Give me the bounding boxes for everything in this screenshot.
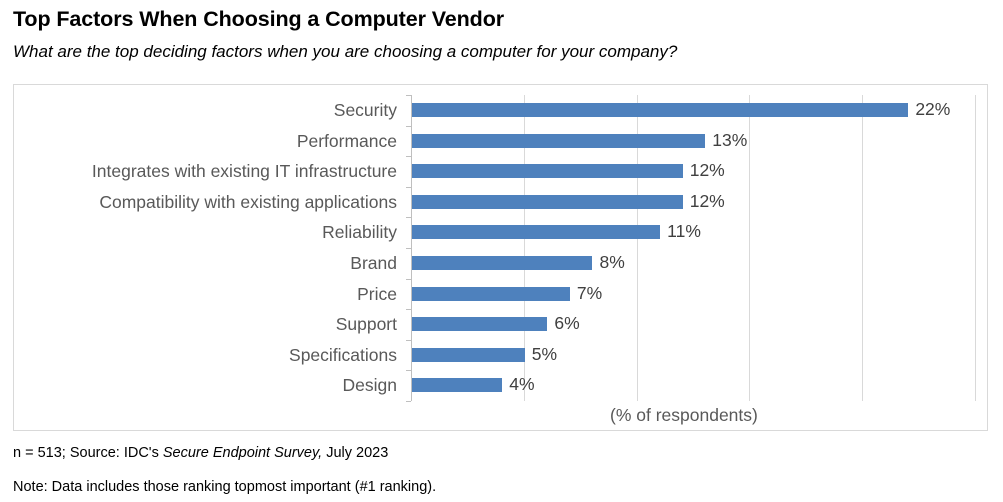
plot-area: 22% 13% 12% 12% 11% 8% 7% 6% 5% 4% [406, 95, 976, 402]
bar-value-label: 8% [599, 252, 625, 272]
axis-tick [406, 125, 411, 127]
bar-value-label: 6% [554, 313, 580, 334]
bar-value-label: 4% [509, 374, 535, 395]
chart-subtitle: What are the top deciding factors when y… [13, 42, 678, 61]
bar[interactable] [412, 286, 570, 301]
bar-row: 11% [412, 217, 975, 248]
bar-row: 12% [412, 187, 975, 218]
axis-tick [406, 217, 411, 219]
category-label: Performance [296, 130, 397, 151]
footnote-source: n = 513; Source: IDC's Secure Endpoint S… [13, 443, 988, 464]
category-axis-line [411, 95, 412, 401]
bar-value-label: 13% [712, 129, 748, 150]
category-label: Specifications [289, 344, 397, 365]
bar-value-label: 12% [689, 160, 725, 181]
axis-tick [406, 339, 411, 341]
value-axis-title: (% of respondents) [610, 405, 758, 425]
bar-row: 6% [412, 309, 975, 340]
axis-tick [406, 278, 411, 280]
page-title: Top Factors When Choosing a Computer Ven… [13, 7, 505, 31]
gridline-25 [975, 95, 976, 401]
axis-tick [406, 156, 411, 158]
category-label: Design [342, 375, 397, 396]
footnote-source-title: Secure Endpoint Survey, [162, 445, 323, 461]
axis-tick [406, 186, 411, 188]
bar-value-label: 12% [689, 190, 725, 211]
bar-value-label: 22% [915, 99, 951, 119]
bar[interactable] [412, 225, 661, 240]
bar[interactable] [412, 378, 503, 393]
category-axis-labels: Security Performance Integrates with exist… [14, 95, 406, 401]
bar[interactable] [412, 317, 548, 332]
category-label: Reliability [322, 222, 397, 243]
bar-row: 7% [412, 279, 975, 310]
bar-value-label: 11% [667, 221, 701, 242]
axis-tick [406, 309, 411, 311]
category-label: Integrates with existing IT infrastructu… [91, 161, 397, 182]
footnote-source-suffix: July 2023 [322, 445, 389, 461]
bar[interactable] [412, 103, 909, 117]
chart-frame: Security Performance Integrates with exist… [13, 84, 988, 431]
bar[interactable] [412, 164, 683, 179]
category-label: Compatibility with existing applications [99, 191, 397, 212]
footnote-note: Note: Data includes those ranking topmos… [13, 479, 437, 495]
axis-tick [406, 401, 411, 402]
bar-value-label: 5% [531, 343, 558, 364]
bar[interactable] [412, 133, 706, 148]
footnotes: n = 513; Source: IDC's Secure Endpoint S… [13, 443, 988, 498]
bar-row: 22% [412, 95, 975, 126]
category-label: Price [357, 283, 397, 304]
bar-value-label: 7% [576, 282, 603, 303]
bar-row: 4% [412, 370, 975, 401]
chart-heading: Top Factors When Choosing a Computer Ven… [13, 0, 988, 63]
bar[interactable] [412, 347, 525, 362]
bar-row: 13% [412, 126, 975, 157]
axis-tick [406, 248, 411, 249]
bar-row: 5% [412, 340, 975, 371]
axis-tick [406, 370, 411, 372]
axis-tick [406, 95, 411, 96]
bar[interactable] [412, 194, 683, 209]
bar-row: 12% [412, 156, 975, 187]
footnote-source-prefix: n = 513; Source: IDC's [13, 445, 163, 461]
bar[interactable] [412, 256, 593, 270]
category-label: Security [333, 100, 397, 120]
category-label: Support [335, 314, 397, 335]
category-label: Brand [350, 253, 397, 273]
bar-row: 8% [412, 248, 975, 279]
